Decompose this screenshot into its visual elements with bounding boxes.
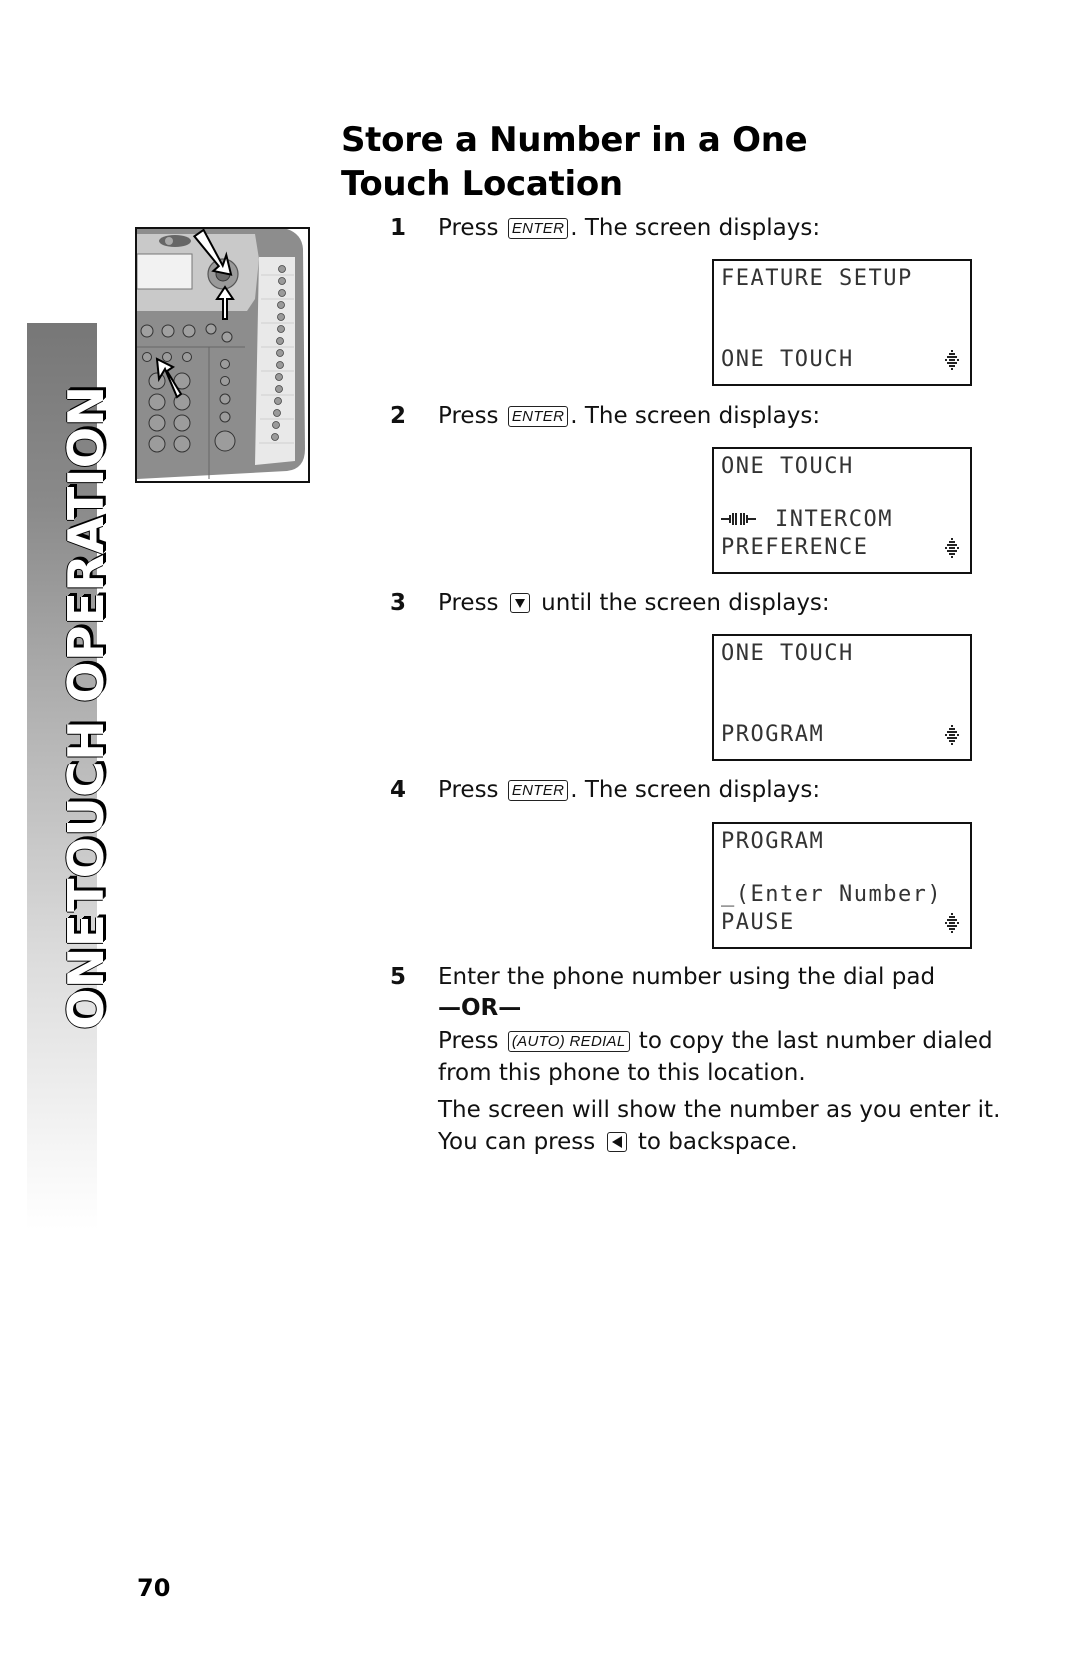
step-text: Press: [438, 403, 499, 429]
step-text: . The screen displays:: [570, 403, 821, 429]
step-instruction: You can press to backspace.: [438, 1126, 798, 1159]
scroll-indicator-icon: [945, 350, 959, 370]
lcd-screen-4: PROGRAM _(Enter Number) PAUSE: [712, 822, 972, 949]
step-instruction: Press ENTER. The screen displays:: [438, 212, 820, 245]
enter-key: ENTER: [507, 218, 569, 239]
step-instruction: Press until the screen displays:: [438, 587, 830, 620]
step-text: Enter the phone number using the dial pa…: [438, 964, 936, 990]
step-text: to copy the last number dialed: [631, 1028, 993, 1054]
page-title: Store a Number in a One Touch Location: [341, 118, 941, 206]
side-tab-word-one: ONE: [58, 913, 115, 1030]
phone-base-icon: [137, 229, 305, 479]
lcd-text: INTERCOM: [775, 507, 893, 532]
step-number: 1: [390, 215, 407, 241]
down-arrow-key-icon: [509, 593, 530, 613]
step-number: 3: [390, 590, 407, 616]
step-text: . The screen displays:: [570, 777, 821, 803]
page-number: 70: [137, 1574, 171, 1602]
step-text: Press: [438, 590, 499, 616]
step-instruction: Press ENTER. The screen displays:: [438, 400, 820, 433]
section-side-tab-label: ONETOUCH OPERATION: [58, 386, 115, 1030]
lcd-screen-2: ONE TOUCH INTERCOM PREFERENCE: [712, 447, 972, 574]
step-text: from this phone to this location.: [438, 1060, 806, 1086]
lcd-line: PREFERENCE: [721, 535, 869, 560]
step-text: . The screen displays:: [570, 215, 821, 241]
step-text: The screen will show the number as you e…: [438, 1097, 1001, 1123]
step-number: 2: [390, 403, 407, 429]
left-arrow-key-icon: [606, 1132, 627, 1152]
scroll-indicator-icon: [945, 913, 959, 933]
scroll-indicator-icon: [945, 538, 959, 558]
logo-icon: [159, 235, 191, 247]
phone-illustration: [135, 227, 310, 483]
page-title-line2: Touch Location: [341, 164, 623, 204]
step-text: Press: [438, 1028, 499, 1054]
lcd-line: PROGRAM: [721, 829, 825, 854]
lcd-line: _(Enter Number): [721, 882, 943, 907]
step-number: 4: [390, 777, 407, 803]
page-title-line1: Store a Number in a One: [341, 120, 808, 160]
step-text: Press: [438, 777, 499, 803]
auto-redial-key: (AUTO) REDIAL: [507, 1031, 630, 1052]
step-text: until the screen displays:: [533, 590, 830, 616]
step-text: Press: [438, 215, 499, 241]
scroll-indicator-icon: [945, 725, 959, 745]
or-divider: —OR—: [438, 995, 522, 1021]
step-instruction: Press ENTER. The screen displays:: [438, 774, 820, 807]
enter-key: ENTER: [507, 780, 569, 801]
lcd-line: FEATURE SETUP: [721, 266, 913, 291]
side-tab-word-rest: TOUCH OPERATION: [58, 385, 115, 912]
lcd-screen-3: ONE TOUCH PROGRAM: [712, 634, 972, 761]
display-icon: [137, 253, 193, 290]
lcd-line: PROGRAM: [721, 722, 825, 747]
lcd-line: ONE TOUCH: [721, 454, 854, 479]
lcd-line: ONE TOUCH: [721, 641, 854, 666]
lcd-line: ONE TOUCH: [721, 347, 854, 372]
step-number: 5: [390, 964, 407, 990]
step-instruction: Press (AUTO) REDIAL to copy the last num…: [438, 1025, 993, 1058]
intercom-icon: [721, 513, 756, 525]
enter-key: ENTER: [507, 406, 569, 427]
lcd-line-intercom: INTERCOM: [721, 507, 893, 533]
step-text: to backspace.: [630, 1129, 798, 1155]
lcd-screen-1: FEATURE SETUP ONE TOUCH: [712, 259, 972, 386]
step-text: You can press: [438, 1129, 596, 1155]
lcd-line: PAUSE: [721, 910, 795, 935]
